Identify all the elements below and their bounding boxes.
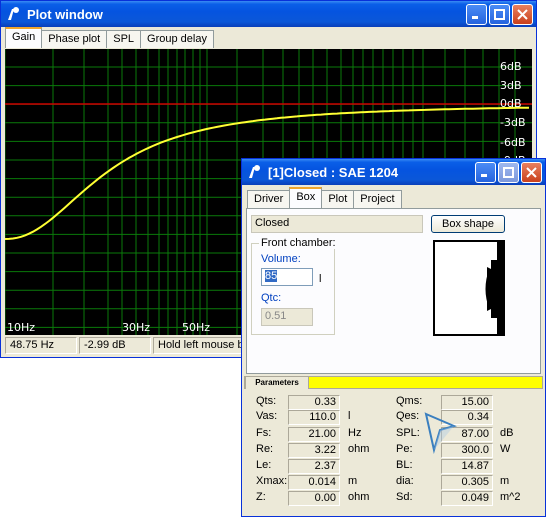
box-type-field: Closed (251, 215, 423, 233)
y-tick-label: 3dB (500, 79, 522, 92)
box-window: [1]Closed : SAE 1204 Driver Box Plot Pro… (241, 158, 546, 517)
status-bar: 48.75 Hz -2.99 dB Hold left mouse b (5, 337, 243, 355)
close-button[interactable] (521, 162, 542, 183)
volume-unit: l (319, 273, 322, 285)
minimize-icon (481, 174, 487, 177)
tab-driver[interactable]: Driver (247, 190, 291, 208)
param-unit-right: W (500, 443, 511, 455)
param-name-left: Z: (256, 491, 266, 503)
front-chamber-label: Front chamber: (259, 237, 338, 249)
tab-phase-plot[interactable]: Phase plot (41, 30, 108, 48)
param-name-right: Qms: (396, 395, 423, 407)
qtc-label: Qtc: (261, 292, 282, 304)
param-unit-left: ohm (348, 443, 370, 455)
param-name-left: Vas: (256, 410, 278, 422)
tab-group-delay[interactable]: Group delay (140, 30, 214, 48)
status-gain: -2.99 dB (79, 337, 151, 354)
param-value-left: 21.00 (288, 427, 340, 442)
x-tick-label: 10Hz (7, 321, 36, 334)
param-name-left: Xmax: (256, 475, 288, 487)
param-name-right: SPL: (396, 427, 420, 439)
tab-box[interactable]: Box (289, 187, 323, 208)
close-icon (526, 167, 537, 178)
tab-spl[interactable]: SPL (106, 30, 142, 48)
param-unit-left: l (348, 410, 351, 422)
close-button[interactable] (512, 4, 533, 25)
param-value-left: 2.37 (288, 459, 340, 474)
maximize-icon (494, 9, 505, 20)
minimize-icon (472, 16, 478, 19)
minimize-button[interactable] (475, 162, 496, 183)
param-value-left: 110.0 (288, 410, 340, 425)
maximize-icon (503, 167, 514, 178)
param-value-left: 3.22 (288, 443, 340, 458)
maximize-button[interactable] (489, 4, 510, 25)
parameters-tab[interactable]: Parameters (245, 376, 309, 389)
param-value-right: 0.049 (441, 491, 493, 506)
box-window-titlebar[interactable]: [1]Closed : SAE 1204 (242, 159, 545, 185)
param-unit-left: Hz (348, 427, 362, 439)
param-name-right: Pe: (396, 443, 413, 455)
box-tab-panel: Closed Box shape Front chamber: Volume: … (246, 208, 541, 374)
param-unit-right: dB (500, 427, 514, 439)
plot-window-titlebar[interactable]: Plot window (1, 1, 536, 27)
param-value-right: 14.87 (441, 459, 493, 474)
status-frequency: 48.75 Hz (5, 337, 77, 354)
param-value-left: 0.00 (288, 491, 340, 506)
param-value-left: 0.014 (288, 475, 340, 490)
plot-window-title: Plot window (27, 6, 103, 22)
volume-input[interactable]: 85 (261, 268, 313, 286)
param-name-left: Re: (256, 443, 274, 455)
x-tick-label: 50Hz (182, 321, 211, 334)
qtc-input: 0.51 (261, 308, 313, 326)
volume-label: Volume: (261, 253, 301, 265)
y-tick-label: 6dB (500, 60, 522, 73)
cursor-icon (424, 412, 457, 454)
app-icon (8, 7, 19, 20)
param-name-right: dia: (396, 475, 414, 487)
box-window-title: [1]Closed : SAE 1204 (268, 164, 399, 180)
tab-project[interactable]: Project (353, 190, 402, 208)
param-name-left: Qts: (256, 395, 277, 407)
param-value-right: 0.305 (441, 475, 493, 490)
y-tick-label: -3dB (500, 116, 526, 129)
app-icon (249, 165, 260, 178)
param-unit-right: m (500, 475, 510, 487)
close-icon (517, 9, 528, 20)
y-tick-label: -6dB (500, 136, 526, 149)
speaker-icon (485, 242, 505, 336)
param-name-right: Qes: (396, 410, 420, 422)
minimize-button[interactable] (466, 4, 487, 25)
y-tick-label: 0dB (500, 97, 522, 110)
maximize-button (498, 162, 519, 183)
tab-plot[interactable]: Plot (321, 190, 355, 208)
x-tick-label: 30Hz (122, 321, 151, 334)
param-name-left: Le: (256, 459, 272, 471)
param-name-left: Fs: (256, 427, 272, 439)
param-value-left: 0.33 (288, 395, 340, 410)
volume-value: 85 (265, 270, 278, 282)
box-shape-preview (433, 240, 505, 336)
parameters-header: Parameters (244, 376, 543, 389)
param-unit-left: m (348, 475, 358, 487)
param-name-right: Sd: (396, 491, 413, 503)
param-name-right: BL: (396, 459, 413, 471)
param-unit-right: m^2 (500, 491, 521, 503)
tab-gain[interactable]: Gain (5, 27, 43, 48)
status-hint: Hold left mouse b (153, 337, 243, 354)
box-shape-button[interactable]: Box shape (431, 215, 505, 233)
param-unit-left: ohm (348, 491, 370, 503)
param-value-right: 15.00 (441, 395, 493, 410)
